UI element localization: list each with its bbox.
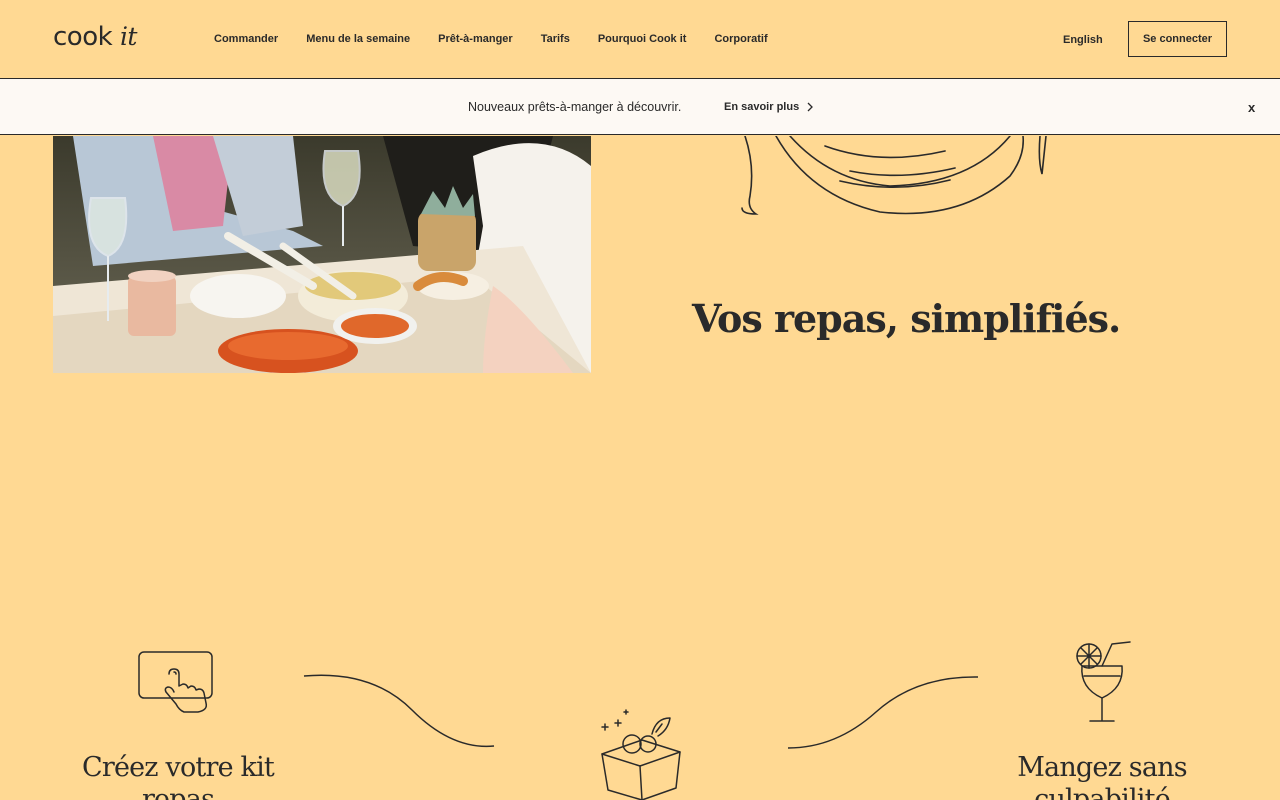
close-icon[interactable]: x: [1248, 100, 1255, 115]
language-switch[interactable]: English: [1063, 34, 1103, 46]
nav-item-pret-a-manger[interactable]: Prêt-à-manger: [438, 33, 513, 45]
decorative-wave-2: [787, 676, 979, 749]
site-header: cook it Commander Menu de la semaine Prê…: [0, 0, 1280, 79]
nav-item-menu-semaine[interactable]: Menu de la semaine: [306, 33, 410, 45]
announcement-banner: Nouveaux prêts-à-manger à découvrir. En …: [0, 79, 1280, 135]
banner-text: Nouveaux prêts-à-manger à découvrir.: [468, 100, 682, 114]
chevron-right-icon: [807, 102, 814, 112]
nav-item-commander[interactable]: Commander: [214, 33, 278, 45]
nav-item-pourquoi[interactable]: Pourquoi Cook it: [598, 33, 687, 45]
step-title-eat: Mangez sans culpabilité: [1017, 752, 1187, 800]
logo-word-cook: cook: [53, 22, 113, 52]
banner-learn-more-link[interactable]: En savoir plus: [724, 101, 814, 113]
login-button[interactable]: Se connecter: [1128, 21, 1227, 57]
step-title-create: Créez votre kit repas: [81, 752, 275, 800]
logo-word-it: it: [119, 22, 138, 51]
nav-item-tarifs[interactable]: Tarifs: [541, 33, 570, 45]
hero-photo: [53, 136, 591, 373]
bowl-illustration: [741, 136, 1047, 215]
main-nav: Commander Menu de la semaine Prêt-à-mang…: [214, 33, 796, 45]
nav-item-corporatif[interactable]: Corporatif: [714, 33, 767, 45]
touch-screen-icon: [138, 651, 213, 713]
cocktail-glass-icon: [1076, 641, 1131, 722]
banner-link-label: En savoir plus: [724, 101, 800, 113]
cookit-logo[interactable]: cook it: [53, 22, 137, 52]
grocery-box-icon: [601, 709, 681, 800]
hero-title: Vos repas, simplifiés.: [692, 296, 1121, 341]
decorative-wave-1: [303, 674, 495, 748]
